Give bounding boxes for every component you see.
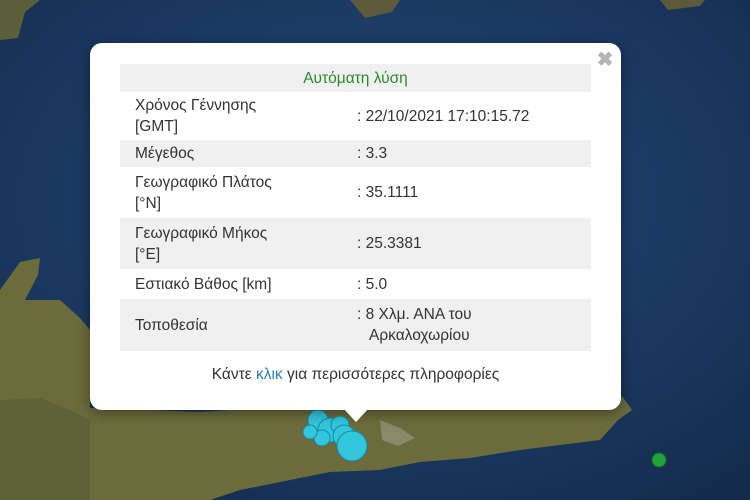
- crete-coast-south: [0, 398, 90, 500]
- table-row-origin-time: Χρόνος Γέννησης [GMT] : 22/10/2021 17:10:…: [120, 92, 591, 140]
- label-location: Τοποθεσία: [120, 299, 342, 351]
- label-latitude: Γεωγραφικό Πλάτος [°N]: [135, 173, 272, 212]
- earthquake-marker-icon[interactable]: [302, 424, 318, 440]
- value-origin-time: : 22/10/2021 17:10:15.72: [357, 107, 530, 125]
- value-latitude: : 35.1111: [357, 184, 419, 201]
- table-row-magnitude: Μέγεθος : 3.3: [120, 140, 591, 167]
- label-depth: Εστιακό Βάθος [km]: [135, 275, 272, 293]
- earthquake-info-table: Αυτόματη λύση Χρόνος Γέννησης [GMT] : 22/…: [120, 64, 591, 351]
- value-location: : 8 Χλμ. ΑΝΑ του Αρκαλοχωρίου: [342, 299, 591, 351]
- table-row-location: Τοποθεσία : 8 Χλμ. ΑΝΑ του Αρκαλοχωρίου: [120, 299, 591, 351]
- popup-tip: [343, 408, 369, 422]
- popup-title-row: Αυτόματη λύση: [120, 64, 591, 92]
- label-origin-time: Χρόνος Γέννησης [GMT]: [135, 97, 257, 135]
- label-longitude: Γεωγραφικό Μήκος [°E]: [120, 218, 342, 269]
- popup-title: Αυτόματη λύση: [120, 64, 591, 92]
- more-info-text-before: Κάντε: [211, 366, 252, 383]
- table-row-longitude: Γεωγραφικό Μήκος [°E] : 25.3381: [120, 218, 591, 269]
- more-info-line: Κάντε κλικ για περισσότερες πληροφορίες: [90, 366, 621, 384]
- close-icon[interactable]: ✖: [595, 50, 615, 70]
- table-row-latitude: Γεωγραφικό Πλάτος [°N] : 35.1111: [120, 167, 591, 218]
- value-depth: : 5.0: [357, 275, 388, 293]
- value-magnitude: : 3.3: [342, 140, 591, 167]
- more-info-text-after: για περισσότερες πληροφορίες: [287, 366, 500, 383]
- more-info-link[interactable]: κλικ: [256, 366, 283, 383]
- earthquake-marker-icon[interactable]: [651, 452, 667, 468]
- table-row-depth: Εστιακό Βάθος [km] : 5.0: [120, 269, 591, 299]
- value-longitude: : 25.3381: [342, 218, 591, 269]
- earthquake-marker-icon[interactable]: [336, 430, 368, 462]
- label-magnitude: Μέγεθος: [120, 140, 342, 167]
